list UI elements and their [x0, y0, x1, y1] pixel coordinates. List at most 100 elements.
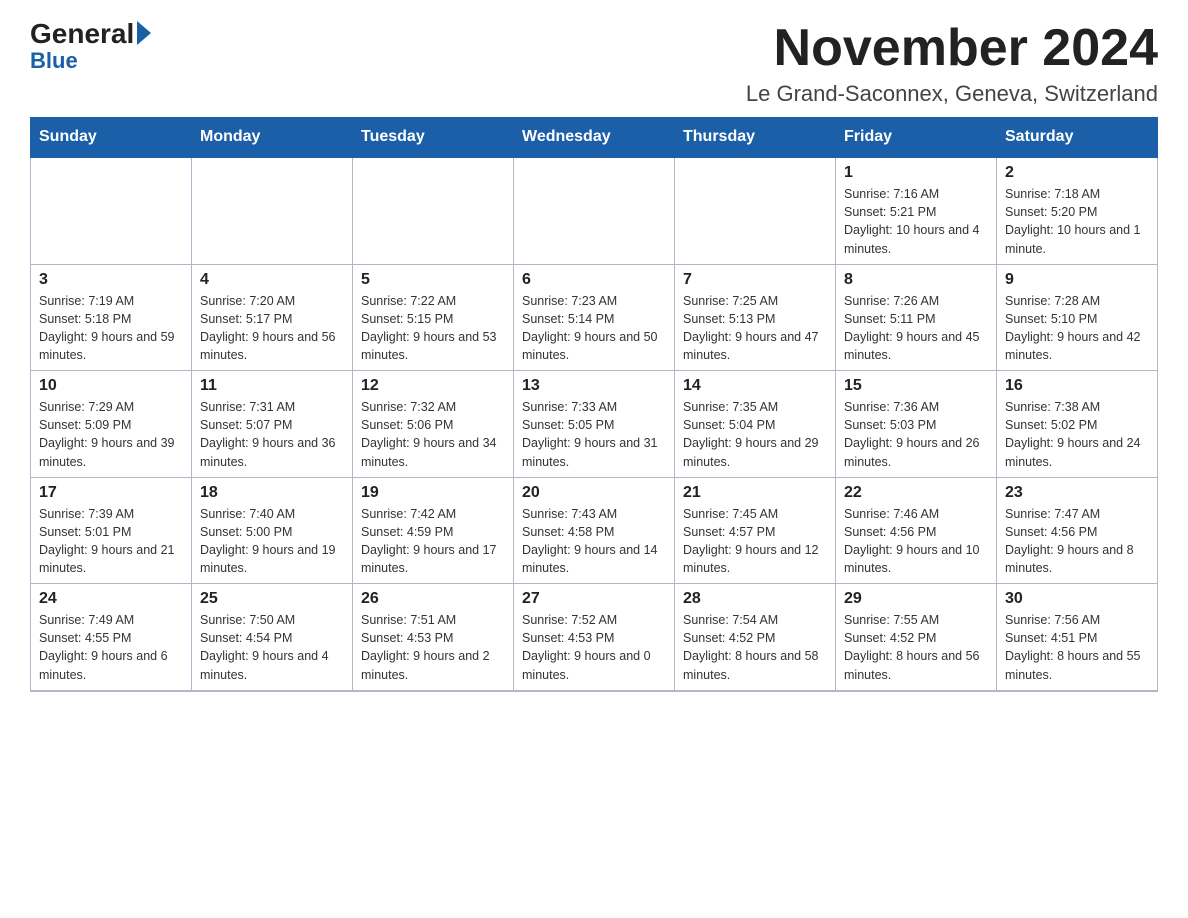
calendar-cell: 8Sunrise: 7:26 AMSunset: 5:11 PMDaylight… [836, 264, 997, 371]
calendar-cell: 26Sunrise: 7:51 AMSunset: 4:53 PMDayligh… [353, 584, 514, 691]
day-info: Sunrise: 7:52 AMSunset: 4:53 PMDaylight:… [522, 611, 666, 684]
day-number: 27 [522, 590, 666, 608]
calendar-cell: 13 Sunrise: 7:33 AMSunset: 5:05 PMDayligh… [514, 371, 675, 478]
day-info: Sunrise: 7:40 AMSunset: 5:00 PMDaylight:… [200, 505, 344, 578]
day-number: 18 [200, 484, 344, 502]
day-number: 19 [361, 484, 505, 502]
calendar-cell: 11 Sunrise: 7:31 AMSunset: 5:07 PMDayligh… [192, 371, 353, 478]
day-info: Sunrise: 7:50 AMSunset: 4:54 PMDaylight:… [200, 611, 344, 684]
day-number: 10 [39, 377, 183, 395]
day-info: Sunrise: 7:35 AMSunset: 5:04 PMDaylight:… [683, 398, 827, 471]
logo-blue-text: Blue [30, 50, 78, 72]
day-number: 24 [39, 590, 183, 608]
calendar-week-row: 24 Sunrise: 7:49 AMSunset: 4:55 PMDayligh… [31, 584, 1158, 691]
day-info: Sunrise: 7:29 AMSunset: 5:09 PMDaylight:… [39, 398, 183, 471]
day-info: Sunrise: 7:56 AMSunset: 4:51 PMDaylight:… [1005, 611, 1149, 684]
day-info: Sunrise: 7:23 AMSunset: 5:14 PMDaylight:… [522, 292, 666, 365]
calendar-cell: 3Sunrise: 7:19 AMSunset: 5:18 PMDaylight… [31, 264, 192, 371]
calendar-cell: 4 Sunrise: 7:20 AMSunset: 5:17 PMDaylight… [192, 264, 353, 371]
day-info: Sunrise: 7:39 AMSunset: 5:01 PMDaylight:… [39, 505, 183, 578]
logo-arrow-icon [137, 21, 151, 45]
weekday-header-saturday: Saturday [997, 118, 1158, 158]
calendar-cell [31, 157, 192, 264]
day-info: Sunrise: 7:38 AMSunset: 5:02 PMDaylight:… [1005, 398, 1149, 471]
day-number: 17 [39, 484, 183, 502]
calendar-cell: 5 Sunrise: 7:22 AMSunset: 5:15 PMDaylight… [353, 264, 514, 371]
calendar-cell: 18 Sunrise: 7:40 AMSunset: 5:00 PMDayligh… [192, 477, 353, 584]
day-info: Sunrise: 7:51 AMSunset: 4:53 PMDaylight:… [361, 611, 505, 684]
calendar-cell: 24 Sunrise: 7:49 AMSunset: 4:55 PMDayligh… [31, 584, 192, 691]
day-number: 29 [844, 590, 988, 608]
calendar-cell [353, 157, 514, 264]
day-info: Sunrise: 7:36 AMSunset: 5:03 PMDaylight:… [844, 398, 988, 471]
calendar-cell [675, 157, 836, 264]
day-number: 23 [1005, 484, 1149, 502]
day-number: 13 [522, 377, 666, 395]
day-number: 4 [200, 271, 344, 289]
calendar-cell: 29Sunrise: 7:55 AMSunset: 4:52 PMDayligh… [836, 584, 997, 691]
day-number: 5 [361, 271, 505, 289]
calendar-cell: 25 Sunrise: 7:50 AMSunset: 4:54 PMDayligh… [192, 584, 353, 691]
day-number: 22 [844, 484, 988, 502]
logo-general-text: General [30, 20, 134, 48]
day-info: Sunrise: 7:49 AMSunset: 4:55 PMDaylight:… [39, 611, 183, 684]
calendar-week-row: 1Sunrise: 7:16 AMSunset: 5:21 PMDaylight… [31, 157, 1158, 264]
calendar-cell: 16Sunrise: 7:38 AMSunset: 5:02 PMDayligh… [997, 371, 1158, 478]
weekday-header-thursday: Thursday [675, 118, 836, 158]
day-info: Sunrise: 7:43 AMSunset: 4:58 PMDaylight:… [522, 505, 666, 578]
day-number: 12 [361, 377, 505, 395]
day-info: Sunrise: 7:47 AMSunset: 4:56 PMDaylight:… [1005, 505, 1149, 578]
weekday-header-monday: Monday [192, 118, 353, 158]
weekday-header-sunday: Sunday [31, 118, 192, 158]
calendar-cell: 7Sunrise: 7:25 AMSunset: 5:13 PMDaylight… [675, 264, 836, 371]
day-info: Sunrise: 7:25 AMSunset: 5:13 PMDaylight:… [683, 292, 827, 365]
calendar-week-row: 3Sunrise: 7:19 AMSunset: 5:18 PMDaylight… [31, 264, 1158, 371]
day-info: Sunrise: 7:28 AMSunset: 5:10 PMDaylight:… [1005, 292, 1149, 365]
calendar: SundayMondayTuesdayWednesdayThursdayFrid… [30, 117, 1158, 692]
day-info: Sunrise: 7:22 AMSunset: 5:15 PMDaylight:… [361, 292, 505, 365]
location: Le Grand-Saconnex, Geneva, Switzerland [746, 81, 1158, 107]
calendar-cell [514, 157, 675, 264]
day-number: 2 [1005, 164, 1149, 182]
calendar-cell: 6Sunrise: 7:23 AMSunset: 5:14 PMDaylight… [514, 264, 675, 371]
day-info: Sunrise: 7:42 AMSunset: 4:59 PMDaylight:… [361, 505, 505, 578]
day-number: 9 [1005, 271, 1149, 289]
weekday-header-friday: Friday [836, 118, 997, 158]
calendar-cell: 19 Sunrise: 7:42 AMSunset: 4:59 PMDayligh… [353, 477, 514, 584]
day-info: Sunrise: 7:20 AMSunset: 5:17 PMDaylight:… [200, 292, 344, 365]
calendar-cell: 22Sunrise: 7:46 AMSunset: 4:56 PMDayligh… [836, 477, 997, 584]
calendar-week-row: 17 Sunrise: 7:39 AMSunset: 5:01 PMDayligh… [31, 477, 1158, 584]
day-number: 30 [1005, 590, 1149, 608]
calendar-cell: 21Sunrise: 7:45 AMSunset: 4:57 PMDayligh… [675, 477, 836, 584]
calendar-cell: 1Sunrise: 7:16 AMSunset: 5:21 PMDaylight… [836, 157, 997, 264]
day-info: Sunrise: 7:19 AMSunset: 5:18 PMDaylight:… [39, 292, 183, 365]
calendar-cell: 14Sunrise: 7:35 AMSunset: 5:04 PMDayligh… [675, 371, 836, 478]
day-number: 15 [844, 377, 988, 395]
calendar-cell: 27 Sunrise: 7:52 AMSunset: 4:53 PMDayligh… [514, 584, 675, 691]
calendar-cell: 15 Sunrise: 7:36 AMSunset: 5:03 PMDayligh… [836, 371, 997, 478]
calendar-body: 1Sunrise: 7:16 AMSunset: 5:21 PMDaylight… [31, 157, 1158, 691]
calendar-cell [192, 157, 353, 264]
day-number: 1 [844, 164, 988, 182]
weekday-header-row: SundayMondayTuesdayWednesdayThursdayFrid… [31, 118, 1158, 158]
day-info: Sunrise: 7:26 AMSunset: 5:11 PMDaylight:… [844, 292, 988, 365]
weekday-header-tuesday: Tuesday [353, 118, 514, 158]
calendar-week-row: 10 Sunrise: 7:29 AMSunset: 5:09 PMDayligh… [31, 371, 1158, 478]
month-title: November 2024 [746, 20, 1158, 77]
calendar-cell: 23 Sunrise: 7:47 AMSunset: 4:56 PMDayligh… [997, 477, 1158, 584]
calendar-header: SundayMondayTuesdayWednesdayThursdayFrid… [31, 118, 1158, 158]
title-area: November 2024 Le Grand-Saconnex, Geneva,… [746, 20, 1158, 107]
day-info: Sunrise: 7:18 AMSunset: 5:20 PMDaylight:… [1005, 185, 1149, 258]
day-info: Sunrise: 7:31 AMSunset: 5:07 PMDaylight:… [200, 398, 344, 471]
day-number: 21 [683, 484, 827, 502]
calendar-cell: 30 Sunrise: 7:56 AMSunset: 4:51 PMDayligh… [997, 584, 1158, 691]
day-number: 25 [200, 590, 344, 608]
day-info: Sunrise: 7:32 AMSunset: 5:06 PMDaylight:… [361, 398, 505, 471]
day-info: Sunrise: 7:33 AMSunset: 5:05 PMDaylight:… [522, 398, 666, 471]
calendar-cell: 12 Sunrise: 7:32 AMSunset: 5:06 PMDayligh… [353, 371, 514, 478]
day-number: 28 [683, 590, 827, 608]
calendar-cell: 20Sunrise: 7:43 AMSunset: 4:58 PMDayligh… [514, 477, 675, 584]
day-number: 11 [200, 377, 344, 395]
logo: General Blue [30, 20, 151, 72]
day-info: Sunrise: 7:54 AMSunset: 4:52 PMDaylight:… [683, 611, 827, 684]
